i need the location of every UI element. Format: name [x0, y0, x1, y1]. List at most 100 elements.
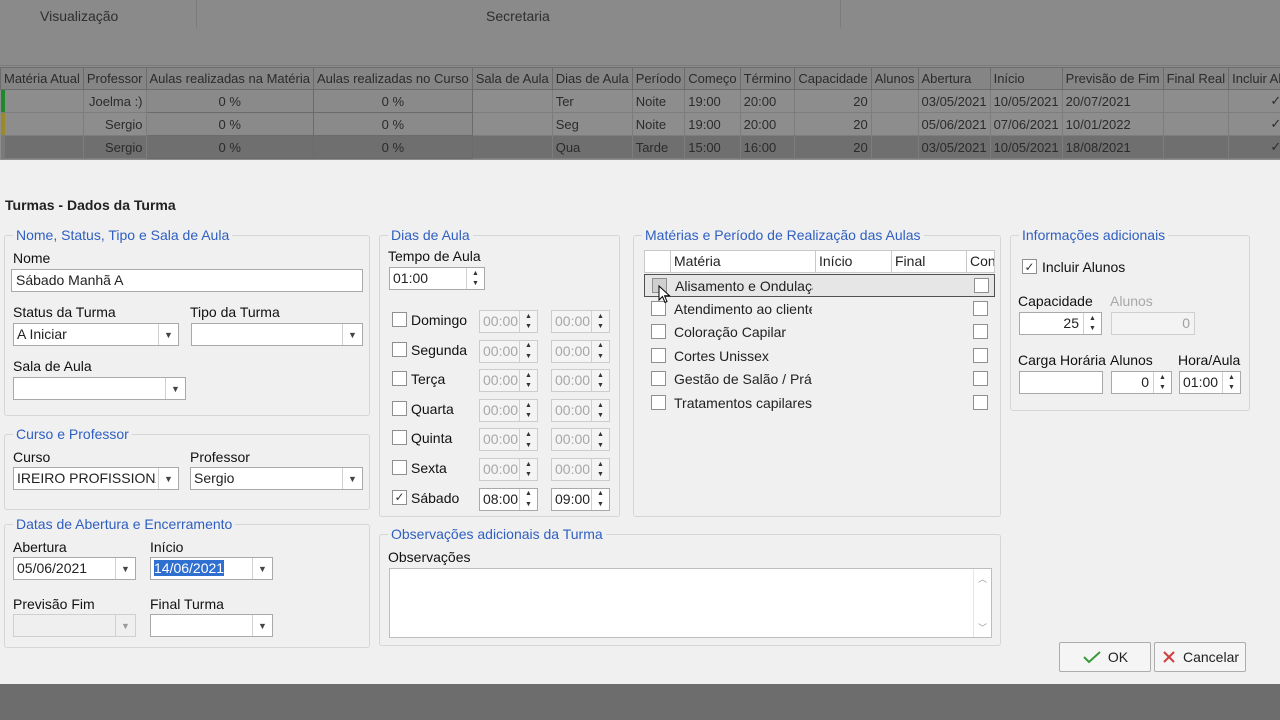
day-label[interactable]: Segunda [411, 342, 467, 358]
day-label[interactable]: Quinta [411, 430, 452, 446]
chevron-down-icon[interactable]: ▼ [252, 558, 272, 579]
alunos-spinner[interactable]: 0 ▲ ▼ [1111, 371, 1172, 394]
grid-header-cell[interactable]: Abertura [917, 67, 991, 90]
materias-header-inicio[interactable]: Início [815, 250, 892, 273]
day-label[interactable]: Domingo [411, 312, 467, 328]
ribbon-group-visualizacao[interactable]: Visualização [40, 8, 118, 24]
spin-down-icon[interactable]: ▼ [1084, 324, 1101, 335]
day-label[interactable]: Sexta [411, 460, 447, 476]
materia-checkbox[interactable] [651, 324, 666, 339]
scroll-up-icon[interactable]: ︿ [978, 572, 987, 585]
final-turma-date[interactable]: ▼ [150, 614, 273, 637]
day-label[interactable]: Quarta [411, 401, 454, 417]
day-checkbox[interactable] [392, 400, 407, 416]
table-row[interactable]: Sergio 0 % 0 % Seg Noite 19:00 20:00 20 05/06/20… [0, 112, 1280, 136]
memo-scrollbar[interactable]: ︿ ﹀ [973, 569, 991, 637]
materia-con-checkbox[interactable] [973, 324, 988, 339]
spin-down-icon[interactable]: ▼ [1223, 383, 1240, 394]
cancel-button[interactable]: Cancelar [1154, 642, 1246, 672]
materia-con-checkbox[interactable] [974, 278, 989, 293]
day-label[interactable]: Sábado [411, 490, 459, 506]
day-start-time[interactable]: 08:00 ▲ ▼ [479, 487, 538, 511]
spin-up-icon[interactable]: ▲ [1084, 313, 1101, 324]
time-spin-arrows[interactable]: ▲ ▼ [591, 488, 609, 510]
status-select[interactable]: A Iniciar ▼ [13, 323, 179, 346]
materias-header-con[interactable]: Con [966, 250, 995, 273]
grid-header-cell[interactable]: Dias de Aula [551, 67, 633, 90]
day-checkbox[interactable]: ✓ [392, 489, 407, 505]
grid-header-cell[interactable]: Capacidade [794, 67, 872, 90]
curso-select[interactable]: IREIRO PROFISSIONAL ▼ [13, 467, 179, 490]
chevron-down-icon[interactable]: ▼ [342, 468, 362, 489]
materia-checkbox[interactable] [651, 347, 666, 363]
grid-header-cell[interactable]: Matéria Atual [0, 67, 84, 90]
carga-horaria-input[interactable] [1019, 371, 1103, 394]
list-item[interactable]: Alisamento e Ondulação [644, 274, 995, 297]
table-row[interactable]: Joelma :) 0 % 0 % Ter Noite 19:00 20:00 20 03/05… [0, 89, 1280, 113]
day-checkbox[interactable] [392, 371, 407, 387]
chevron-down-icon[interactable]: ▼ [115, 558, 135, 579]
incluir-alunos-checkbox[interactable]: ✓ [1022, 259, 1037, 274]
materia-con-checkbox[interactable] [973, 394, 988, 410]
professor-select[interactable]: Sergio ▼ [190, 467, 363, 490]
grid-header-cell[interactable]: Incluir Al [1228, 67, 1280, 90]
materia-checkbox[interactable] [651, 371, 666, 386]
grid-header-cell[interactable]: Aulas realizadas na Matéria [145, 67, 314, 90]
grid-header-cell[interactable]: Término [739, 67, 796, 90]
table-row[interactable]: Sergio 0 % 0 % Qua Tarde 15:00 16:00 20 03/05/20… [0, 135, 1280, 159]
list-item[interactable]: Atendimento ao cliente [644, 298, 995, 321]
tempo-spin-arrows[interactable]: ▲ ▼ [466, 268, 484, 289]
day-end-time[interactable]: 09:00 ▲ ▼ [551, 487, 610, 511]
spin-up-icon[interactable]: ▲ [1223, 372, 1240, 383]
hora-aula-spin-arrows[interactable]: ▲ ▼ [1222, 372, 1240, 393]
abertura-date[interactable]: 05/06/2021 ▼ [13, 557, 136, 580]
tipo-select[interactable]: ▼ [191, 323, 363, 346]
spin-up-icon[interactable]: ▲ [1154, 372, 1171, 383]
materia-con-checkbox[interactable] [973, 300, 988, 316]
grid-header-cell[interactable]: Início [989, 67, 1063, 90]
materia-checkbox[interactable] [651, 394, 666, 410]
materia-con-checkbox[interactable] [973, 371, 988, 386]
materias-header-materia[interactable]: Matéria [670, 250, 816, 273]
grid-header-cell[interactable]: Começo [684, 67, 741, 90]
chevron-down-icon[interactable]: ▼ [158, 324, 178, 345]
grid-header-cell[interactable]: Sala de Aula [471, 67, 553, 90]
time-spin-arrows[interactable]: ▲ ▼ [519, 488, 537, 510]
ribbon-group-secretaria[interactable]: Secretaria [486, 8, 550, 24]
grid-header-cell[interactable]: Previsão de Fim [1061, 67, 1164, 90]
alunos-spin-arrows[interactable]: ▲ ▼ [1153, 372, 1171, 393]
grid-header-cell[interactable]: Final Real [1162, 67, 1230, 90]
list-item[interactable]: Cortes Unissex [644, 345, 995, 368]
capacidade-spinner[interactable]: 25 ▲ ▼ [1019, 312, 1102, 335]
spin-down-icon[interactable]: ▼ [467, 279, 484, 290]
chevron-down-icon[interactable]: ▼ [252, 615, 272, 636]
hora-aula-spinner[interactable]: 01:00 ▲ ▼ [1179, 371, 1241, 394]
observacoes-textarea[interactable]: ︿ ﹀ [389, 568, 992, 638]
day-checkbox[interactable] [392, 341, 407, 357]
day-checkbox[interactable] [392, 430, 407, 446]
scroll-down-icon[interactable]: ﹀ [978, 621, 987, 634]
capacidade-spin-arrows[interactable]: ▲ ▼ [1083, 313, 1101, 334]
nome-input[interactable]: Sábado Manhã A [11, 269, 363, 292]
sala-select[interactable]: ▼ [13, 377, 186, 400]
spin-up-icon[interactable]: ▲ [467, 268, 484, 279]
incluir-alunos-label[interactable]: Incluir Alunos [1042, 259, 1125, 275]
grid-header-cell[interactable]: Alunos [870, 67, 919, 90]
chevron-down-icon[interactable]: ▼ [158, 468, 178, 489]
day-label[interactable]: Terça [411, 371, 445, 387]
chevron-down-icon[interactable]: ▼ [342, 324, 362, 345]
tempo-spinner[interactable]: 01:00 ▲ ▼ [389, 267, 485, 290]
grid-header-cell[interactable]: Aulas realizadas no Curso [312, 67, 473, 90]
list-item[interactable]: Tratamentos capilares, [644, 392, 995, 415]
inicio-date[interactable]: 14/06/2021 ▼ [150, 557, 273, 580]
day-checkbox[interactable] [392, 312, 407, 327]
spin-down-icon[interactable]: ▼ [1154, 383, 1171, 394]
list-item[interactable]: Gestão de Salão / Práticas [644, 368, 995, 391]
materia-con-checkbox[interactable] [973, 347, 988, 363]
grid-header-cell[interactable]: Professor [82, 67, 147, 90]
materias-header-final[interactable]: Final [891, 250, 967, 273]
chevron-down-icon[interactable]: ▼ [165, 378, 185, 399]
ok-button[interactable]: OK [1059, 642, 1151, 672]
grid-header-cell[interactable]: Período [631, 67, 686, 90]
day-checkbox[interactable] [392, 460, 407, 475]
